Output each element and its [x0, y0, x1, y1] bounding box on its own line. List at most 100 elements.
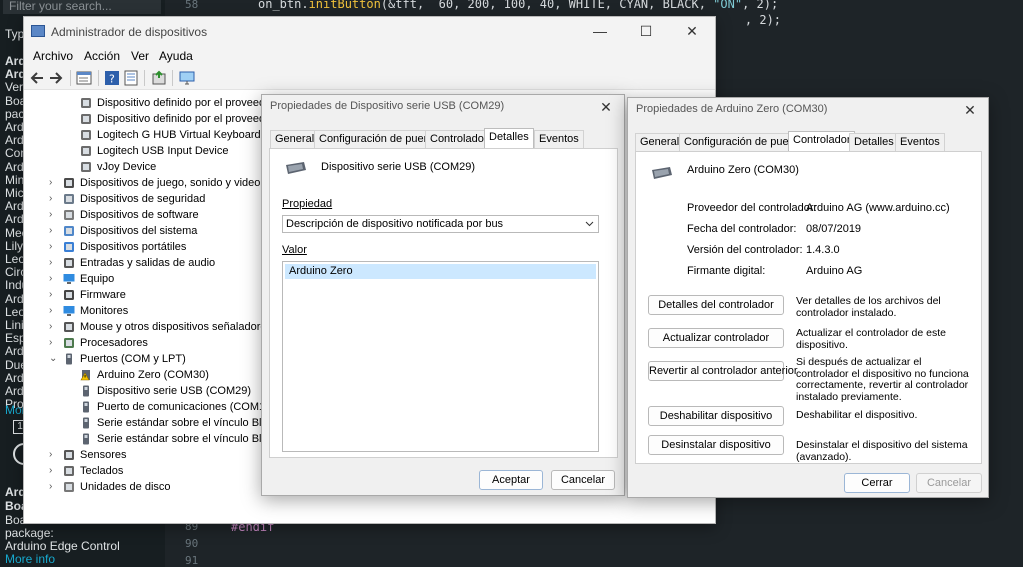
chevron-right-icon[interactable]: › [49, 191, 59, 207]
maximize-button[interactable]: ☐ [623, 17, 669, 46]
library-list-item[interactable]: Ard [5, 160, 24, 174]
menu-ver[interactable]: Ver [131, 49, 149, 63]
chevron-right-icon[interactable]: › [49, 239, 59, 255]
chevron-right-icon[interactable]: › [49, 271, 59, 287]
library-list-item[interactable]: Lily [5, 239, 23, 253]
keyboard-icon [64, 466, 74, 476]
close-button[interactable]: ✕ [669, 17, 715, 46]
driver-date-value: 08/07/2019 [806, 223, 862, 235]
menu-accion[interactable]: Acción [84, 49, 120, 63]
help-icon[interactable]: ? [104, 70, 120, 86]
value-label: Valor [282, 244, 307, 256]
driver-version-value: 1.4.3.0 [806, 244, 840, 256]
driver-version-label: Versión del controlador: [687, 244, 803, 256]
tree-item-label: vJoy Device [97, 161, 157, 173]
rollback-driver-desc: Si después de actualizar el controlador … [796, 356, 969, 403]
tree-item-label: Sensores [80, 449, 127, 461]
chevron-right-icon[interactable]: › [49, 447, 59, 463]
chevron-right-icon[interactable]: › [49, 463, 59, 479]
details-panel: Dispositivo serie USB (COM29) Propiedad … [269, 148, 618, 458]
disable-device-button[interactable]: Deshabilitar dispositivo [648, 406, 784, 426]
tab-driver[interactable]: Controlador [788, 131, 856, 151]
type-filter-label[interactable]: Typ [5, 27, 24, 41]
tree-item-label: Dispositivo definido por el proveedor [97, 97, 275, 109]
tab-details[interactable]: Detalles [484, 128, 534, 148]
minimize-button[interactable]: — [577, 17, 623, 46]
chevron-right-icon[interactable]: › [49, 303, 59, 319]
library-list-item[interactable]: Ard [5, 121, 24, 134]
close-icon[interactable]: ✕ [958, 99, 982, 121]
close-button[interactable]: Cerrar [844, 473, 910, 493]
tree-item-label: Firmware [80, 289, 126, 301]
library-list-item[interactable]: Ard [5, 345, 24, 358]
chevron-right-icon[interactable]: › [49, 207, 59, 223]
library-list-item[interactable]: Ard [5, 213, 24, 226]
driver-details-button[interactable]: Detalles del controlador [648, 295, 784, 315]
tab-events[interactable]: Eventos [895, 133, 945, 151]
device-name: Arduino Zero (COM30) [687, 164, 799, 176]
line-number: 58 [185, 0, 199, 11]
chevron-right-icon[interactable]: › [49, 287, 59, 303]
properties-icon[interactable] [123, 70, 139, 86]
property-select[interactable]: Descripción de dispositivo notificada po… [282, 215, 599, 233]
driver-details-desc: Ver detalles de los archivos del control… [796, 295, 941, 319]
sensor-icon [64, 450, 74, 460]
library-list-item[interactable]: pac [5, 107, 24, 121]
library-list-item[interactable]: Ard [5, 371, 24, 385]
forward-arrow-icon[interactable] [48, 70, 64, 86]
library-list-item[interactable]: Ard [5, 385, 24, 398]
chevron-right-icon[interactable]: › [49, 335, 59, 351]
close-icon[interactable]: ✕ [594, 96, 618, 118]
driver-provider-value: Arduino AG (www.arduino.cc) [806, 202, 950, 214]
cancel-button[interactable]: Cancelar [551, 470, 615, 490]
hid-device-icon [81, 146, 91, 156]
library-search-input[interactable]: Filter your search... [3, 0, 161, 14]
scan-hardware-icon[interactable] [179, 70, 195, 86]
chevron-right-icon[interactable]: › [49, 223, 59, 239]
computer-icon [63, 274, 75, 284]
tree-item-label: Puerto de comunicaciones (COM1) [97, 401, 269, 413]
chevron-right-icon[interactable]: › [49, 479, 59, 495]
chevron-down-icon[interactable]: ⌄ [49, 351, 59, 367]
value-list-item[interactable]: Arduino Zero [285, 264, 596, 279]
tab-port-settings[interactable]: Configuración de puerto [314, 130, 442, 148]
port-icon [83, 417, 89, 429]
tab-details[interactable]: Detalles [849, 133, 899, 151]
toolbar: ? [24, 66, 715, 90]
menu-ayuda[interactable]: Ayuda [159, 49, 193, 63]
tab-general[interactable]: General [270, 130, 320, 148]
update-driver-icon[interactable] [151, 70, 167, 86]
tree-item-label: Puertos (COM y LPT) [80, 353, 186, 365]
chevron-right-icon[interactable]: › [49, 255, 59, 271]
rollback-driver-button[interactable]: Revertir al controlador anterior [648, 361, 798, 381]
chevron-right-icon[interactable]: › [49, 319, 59, 335]
value-list[interactable]: Arduino Zero [282, 261, 599, 452]
library-list-item[interactable]: Mic [5, 187, 24, 200]
value-text: Arduino Zero [289, 265, 353, 277]
tab-general[interactable]: General [635, 133, 685, 151]
title-bar[interactable]: Administrador de dispositivos — ☐ ✕ [24, 17, 715, 46]
more-info-link[interactable]: More info [5, 553, 55, 566]
back-arrow-icon[interactable] [29, 70, 45, 86]
tab-driver[interactable]: Controlador [425, 130, 493, 148]
driver-panel: Arduino Zero (COM30) Proveedor del contr… [635, 151, 982, 464]
tree-item-label: Logitech G HUB Virtual Keyboard [97, 129, 261, 141]
library-list-item[interactable]: Ard [5, 292, 24, 306]
menu-archivo[interactable]: Archivo [33, 49, 73, 63]
hid-device-icon [81, 130, 91, 140]
tree-item-label: Dispositivos de juego, sonido y video [80, 177, 261, 189]
tree-item-label: Procesadores [80, 337, 148, 349]
update-driver-button[interactable]: Actualizar controlador [648, 328, 784, 348]
uninstall-device-button[interactable]: Desinstalar dispositivo [648, 435, 784, 455]
show-hide-tree-icon[interactable] [76, 70, 92, 86]
svg-text:?: ? [109, 73, 115, 86]
tab-events[interactable]: Eventos [534, 130, 584, 148]
driver-provider-label: Proveedor del controlador: [687, 202, 817, 214]
library-list-item[interactable]: Ard [5, 200, 24, 213]
tree-item-label: Monitores [80, 305, 129, 317]
ok-button[interactable]: Aceptar [479, 470, 543, 490]
library-list-item[interactable]: Ard [5, 134, 24, 147]
properties-dialog-com29: Propiedades de Dispositivo serie USB (CO… [261, 94, 625, 496]
chevron-right-icon[interactable]: › [49, 175, 59, 191]
library-list-item[interactable]: Lini [5, 319, 24, 332]
